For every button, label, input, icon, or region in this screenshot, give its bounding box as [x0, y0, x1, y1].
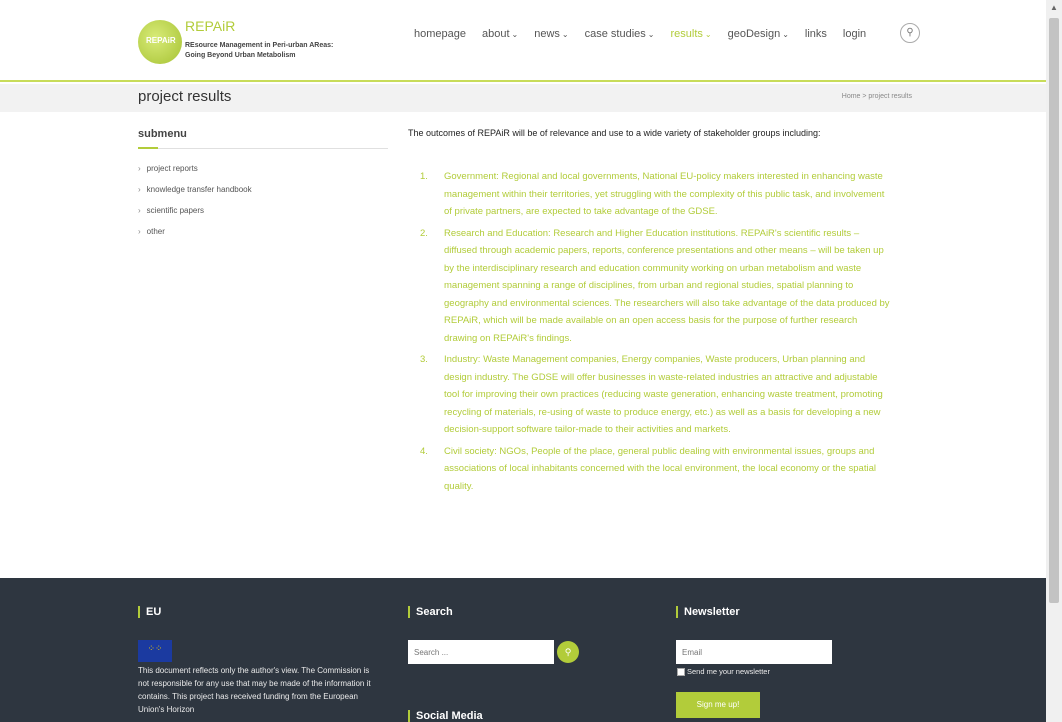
list-number: 4. — [420, 445, 428, 457]
submenu-item-other[interactable]: › other — [138, 227, 252, 248]
nav-case-studies[interactable]: case studies ⌄ — [585, 28, 655, 40]
eu-stars-icon: ⁘⁘ — [147, 643, 163, 653]
nav-label: results — [670, 28, 703, 40]
chevron-right-icon: › — [138, 164, 141, 173]
page-title-bar: project results Home > project results — [0, 84, 1046, 112]
nav-label: homepage — [414, 28, 466, 40]
newsletter-checkbox[interactable] — [677, 668, 685, 676]
scroll-thumb[interactable] — [1049, 18, 1059, 603]
list-item: 3. Industry: Waste Management companies, … — [420, 351, 890, 439]
footer-social-heading: Social Media — [408, 710, 483, 722]
signup-button[interactable]: Sign me up! — [676, 692, 760, 718]
nav-label: links — [804, 28, 827, 40]
logo-text: REPAiR — [146, 36, 176, 45]
nav-label: geoDesign — [727, 28, 781, 40]
scrollbar[interactable]: ▲ — [1046, 0, 1062, 722]
submenu-item-label: other — [146, 227, 165, 236]
nav-results[interactable]: results ⌄ — [670, 28, 711, 40]
brand-tagline-1: REsource Management in Peri-urban AReas: — [185, 42, 334, 49]
nav-geodesign[interactable]: geoDesign ⌄ — [728, 28, 789, 40]
main-nav: homepage about ⌄ news ⌄ case studies ⌄ resu… — [414, 28, 866, 40]
footer-eu-heading: EU — [138, 606, 161, 618]
list-number: 2. — [420, 227, 428, 239]
footer-newsletter-heading: Newsletter — [676, 606, 740, 618]
chevron-down-icon: ⌄ — [704, 30, 712, 39]
search-icon[interactable]: ⚲ — [557, 641, 579, 663]
footer-search-heading: Search — [408, 606, 453, 618]
newsletter-email-field[interactable] — [676, 640, 832, 664]
submenu-divider — [138, 147, 388, 149]
submenu-item-project-reports[interactable]: › project reports — [138, 164, 252, 185]
nav-homepage[interactable]: homepage — [414, 28, 466, 40]
nav-links[interactable]: links — [805, 28, 827, 40]
newsletter-checkbox-label: Send me your newsletter — [687, 667, 770, 676]
nav-login[interactable]: login — [843, 28, 866, 40]
submenu-item-label: knowledge transfer handbook — [146, 185, 252, 194]
nav-about[interactable]: about ⌄ — [482, 28, 518, 40]
list-text: Civil society: NGOs, People of the place… — [444, 445, 876, 492]
submenu-item-label: project reports — [146, 164, 198, 173]
submenu-item-handbook[interactable]: › knowledge transfer handbook — [138, 185, 252, 206]
list-text: Government: Regional and local governmen… — [444, 171, 885, 217]
list-item: 2. Research and Education: Research and H… — [420, 225, 890, 348]
logo[interactable]: REPAiR — [138, 20, 182, 64]
list-number: 1. — [420, 171, 428, 182]
chevron-right-icon: › — [138, 185, 141, 194]
nav-label: news — [534, 28, 560, 40]
chevron-down-icon: ⌄ — [511, 30, 519, 39]
page-title: project results — [138, 88, 232, 105]
list-text: Research and Education: Research and Hig… — [444, 227, 890, 344]
footer-search-input[interactable] — [408, 640, 554, 664]
list-item: 1. Government: Regional and local governm… — [420, 168, 890, 221]
eu-flag-icon: ⁘⁘ — [138, 640, 172, 662]
intro-text: The outcomes of REPAiR will be of releva… — [408, 128, 821, 138]
footer-eu-text: This document reflects only the author's… — [138, 666, 371, 714]
list-item: 4. Civil society: NGOs, People of the pla… — [420, 443, 890, 496]
chevron-down-icon: ⌄ — [647, 30, 655, 39]
submenu-item-label: scientific papers — [146, 206, 205, 215]
chevron-down-icon: ⌄ — [782, 30, 789, 39]
list-text: Industry: Waste Management companies, En… — [444, 354, 883, 435]
nav-news[interactable]: news ⌄ — [534, 28, 568, 40]
scroll-up-icon[interactable]: ▲ — [1046, 0, 1062, 16]
search-icon[interactable]: ⚲ — [900, 23, 920, 43]
chevron-right-icon: › — [138, 206, 141, 215]
nav-label: case studies — [584, 28, 646, 40]
brand-name[interactable]: REPAiR — [185, 18, 235, 34]
list-number: 3. — [420, 354, 428, 365]
submenu-title: submenu — [138, 128, 187, 140]
breadcrumb[interactable]: Home > project results — [842, 93, 912, 100]
brand-tagline-2: Going Beyond Urban Metabolism — [185, 52, 296, 59]
submenu-accent — [138, 147, 158, 149]
chevron-right-icon: › — [138, 227, 141, 236]
chevron-down-icon: ⌄ — [561, 30, 569, 39]
nav-label: about — [482, 28, 510, 40]
submenu-list: › project reports › knowledge transfer han… — [138, 164, 252, 248]
site-header: REPAiR REPAiR REsource Management in Per… — [0, 0, 1046, 82]
submenu-item-scientific-papers[interactable]: › scientific papers — [138, 206, 252, 227]
outcomes-list: 1. Government: Regional and local governm… — [420, 168, 890, 499]
nav-label: login — [842, 28, 867, 40]
